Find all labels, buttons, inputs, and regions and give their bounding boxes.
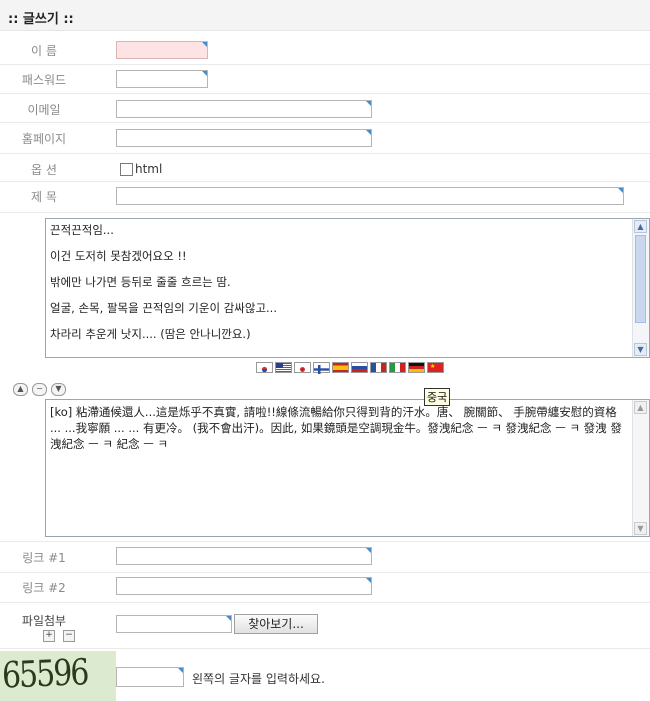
link2-input[interactable] [116, 577, 372, 595]
subject-input[interactable] [116, 187, 624, 205]
scroll-thumb[interactable] [635, 235, 646, 323]
password-label: 패스워드 [21, 73, 67, 87]
browse-button[interactable]: 찾아보기... [234, 614, 318, 634]
usa-flag-icon[interactable] [275, 362, 292, 373]
scroll-up-icon[interactable]: ▲ [634, 401, 647, 414]
password-row [0, 65, 650, 94]
france-flag-icon[interactable] [370, 362, 387, 373]
china-flag-icon[interactable]: ★ [427, 362, 444, 373]
content-textarea[interactable]: 끈적끈적임... 이건 도저히 못참겠어요오 !! 밖에만 나가면 등뒤로 줄줄… [45, 218, 650, 358]
captcha-input[interactable] [116, 667, 184, 687]
scroll-up-icon[interactable]: ▲ [634, 220, 647, 233]
name-label: 이 름 [31, 44, 57, 58]
password-input[interactable] [116, 70, 208, 88]
remove-file-icon[interactable]: − [63, 630, 75, 642]
attach-row [0, 603, 650, 649]
captcha-code: 65596 [1, 651, 89, 698]
italy-flag-icon[interactable] [389, 362, 406, 373]
subject-label: 제 목 [31, 190, 57, 204]
russia-flag-icon[interactable] [351, 362, 368, 373]
homepage-label: 홈페이지 [21, 132, 67, 146]
form-header: :: 글쓰기 :: [0, 0, 650, 31]
content-line: 이건 도저히 못참겠어요오 !! [50, 249, 187, 263]
content-line: 끈적끈적임... [50, 223, 114, 237]
captcha-image: 65596 [0, 651, 116, 701]
content-line: 차라리 추운게 낫지.... (땀은 안나니깐요.) [50, 327, 251, 341]
translation-scrollbar[interactable]: ▲ ▼ [632, 400, 649, 536]
option-label: 옵 션 [31, 163, 57, 177]
collapse-icon[interactable]: − [32, 383, 47, 396]
expand-up-icon[interactable]: ▲ [13, 383, 28, 396]
link1-label: 링크 #1 [22, 551, 66, 565]
content-line: 밖에만 나가면 등뒤로 줄줄 흐르는 땀. [50, 275, 231, 289]
translation-text: [ko] 粘滯通候還人...這是烁乎不真實, 請啦!!線條流暢給你只得到背的汗水… [50, 405, 622, 451]
html-checkbox[interactable] [120, 163, 133, 176]
korean-flag-icon[interactable] [256, 362, 273, 373]
option-row [0, 154, 650, 182]
name-input[interactable] [116, 41, 208, 59]
attach-label: 파일첨부 [21, 614, 67, 628]
content-text: 끈적끈적임... 이건 도저히 못참겠어요오 !! 밖에만 나가면 등뒤로 줄줄… [50, 223, 629, 341]
name-row [0, 31, 650, 65]
email-label: 이메일 [27, 103, 61, 117]
language-tooltip: 중국 [424, 388, 451, 406]
link2-label: 링크 #2 [22, 581, 66, 595]
japan-flag-icon[interactable] [294, 362, 311, 373]
finland-flag-icon[interactable] [313, 362, 330, 374]
homepage-input[interactable] [116, 129, 372, 147]
file-path-input[interactable] [116, 615, 232, 633]
germany-flag-icon[interactable] [408, 362, 425, 373]
content-scrollbar[interactable]: ▲ ▼ [632, 219, 649, 357]
content-line: 얼굴, 손목, 팔목을 끈적임의 기운이 감싸않고... [50, 301, 277, 315]
email-input[interactable] [116, 100, 372, 118]
html-checkbox-label: html [135, 162, 163, 176]
expand-down-icon[interactable]: ▼ [51, 383, 66, 396]
captcha-hint: 왼쪽의 글자를 입력하세요. [192, 672, 325, 686]
link1-input[interactable] [116, 547, 372, 565]
add-file-icon[interactable]: + [43, 630, 55, 642]
scroll-down-icon[interactable]: ▼ [634, 522, 647, 535]
spain-flag-icon[interactable] [332, 362, 349, 373]
scroll-down-icon[interactable]: ▼ [634, 343, 647, 356]
page-title: :: 글쓰기 :: [8, 12, 74, 27]
translation-textarea[interactable]: [ko] 粘滯通候還人...這是烁乎不真實, 請啦!!線條流暢給你只得到背的汗水… [45, 399, 650, 537]
